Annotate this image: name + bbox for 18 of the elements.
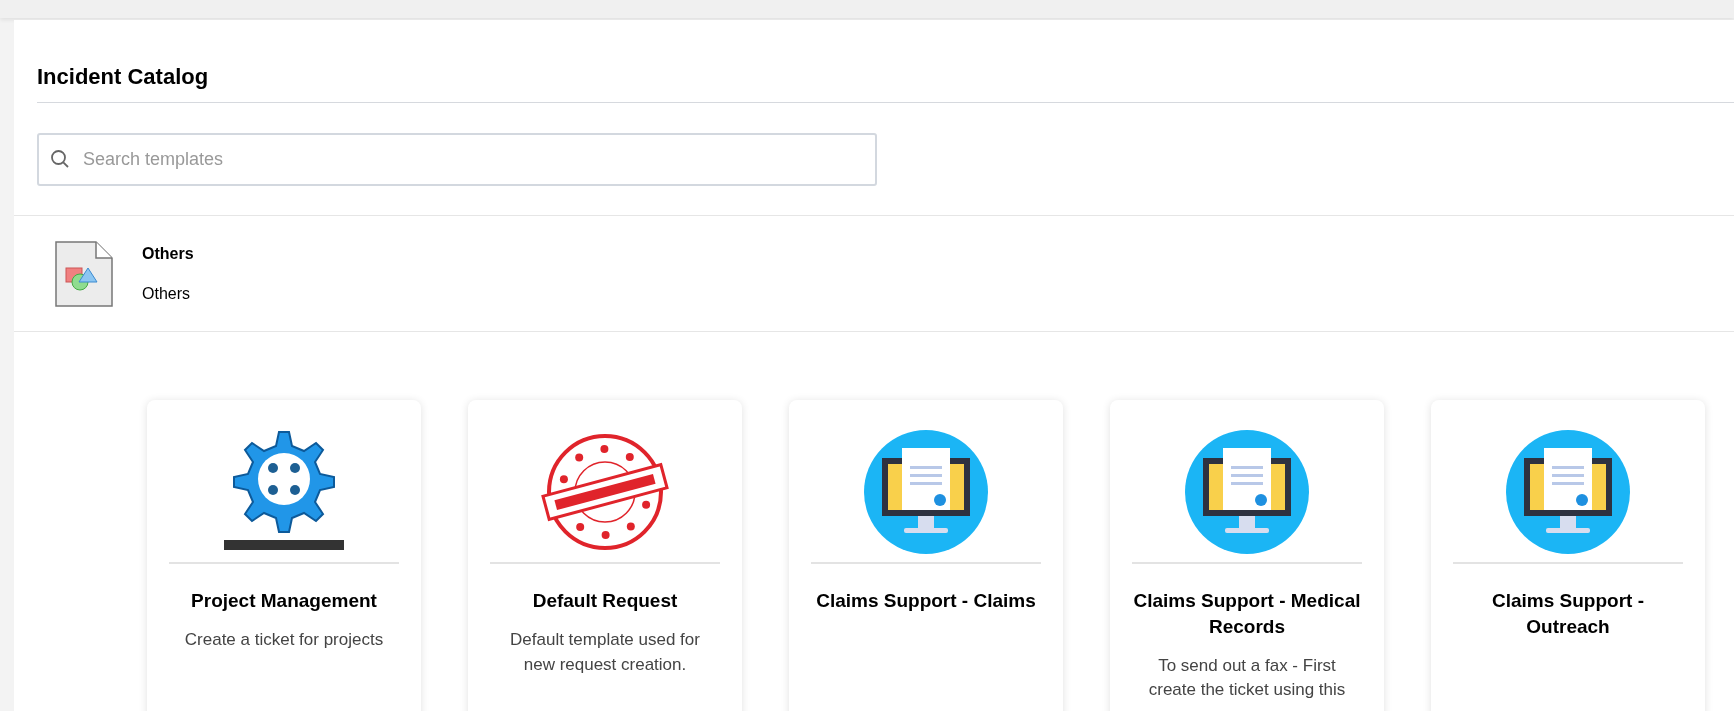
- template-card[interactable]: Claims Support - Outreach: [1431, 400, 1705, 711]
- template-title: Claims Support - Outreach: [1491, 589, 1645, 640]
- category-description: Others: [142, 283, 191, 304]
- page-title: Incident Catalog: [37, 63, 210, 91]
- template-title: Claims Support - Claims: [815, 589, 1037, 614]
- template-title: Claims Support - Medical Records: [1132, 589, 1362, 640]
- document-shapes-icon: [54, 239, 114, 308]
- template-title: Project Management: [190, 589, 378, 614]
- template-title: Default Request: [531, 589, 679, 614]
- template-description: To send out a fax - First create the ticket using this: [1147, 654, 1347, 702]
- search-field[interactable]: Search templates: [37, 133, 877, 187]
- category-name[interactable]: Others: [142, 241, 194, 266]
- template-card[interactable]: Project Management Create a ticket for projects: [147, 400, 421, 711]
- template-card[interactable]: Default Request Default template used for new request creation.: [468, 400, 742, 711]
- template-card[interactable]: Claims Support - Claims: [789, 400, 1063, 711]
- template-description: Create a ticket for projects: [183, 629, 385, 652]
- template-card[interactable]: Claims Support - Medical Records To send out a fax - First create the ticket using this: [1110, 400, 1384, 711]
- template-description: Default template used for new request creation.: [509, 629, 701, 676]
